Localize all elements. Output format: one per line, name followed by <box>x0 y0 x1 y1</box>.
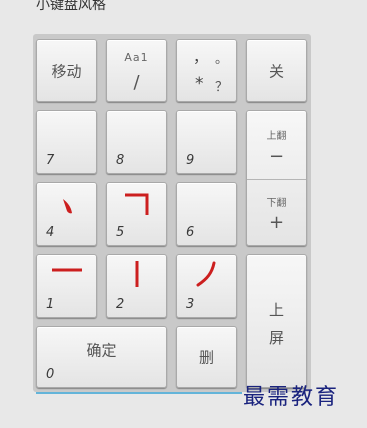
horizontal-stroke-icon <box>52 268 82 272</box>
key-3-digit: 3 <box>186 297 195 312</box>
key-2-digit: 2 <box>116 297 125 312</box>
watermark-text: 最需教育 <box>243 385 340 410</box>
punct-comma: ， <box>193 48 209 66</box>
falling-stroke-icon <box>196 261 216 287</box>
close-key-label: 关 <box>268 62 284 80</box>
move-key[interactable]: 移动 <box>36 39 97 102</box>
commit-key-line1: 上 <box>268 301 284 319</box>
key-2-stroke-vertical[interactable]: 2 <box>106 254 167 318</box>
punctuation-key[interactable]: ， 。 * ？ <box>176 39 237 102</box>
key-3-stroke-falling[interactable]: 3 <box>176 254 237 318</box>
key-6-digit: 6 <box>186 225 195 240</box>
commit-to-screen-key[interactable]: 上 屏 <box>246 254 307 388</box>
delete-key[interactable]: 删 <box>176 326 237 388</box>
minus-icon: − <box>268 146 285 167</box>
key-8[interactable]: 8 <box>106 110 167 174</box>
accent-underline <box>36 392 242 394</box>
page-down-label: 下翻 <box>266 198 287 209</box>
punct-period: 。 <box>215 52 229 67</box>
dot-stroke-icon <box>63 199 72 214</box>
mode-switch-top-label: Aa1 <box>124 51 149 64</box>
confirm-key-label: 确定 <box>86 341 117 360</box>
mode-switch-slash: / <box>133 72 140 93</box>
commit-key-line2: 屏 <box>268 329 284 347</box>
key-7[interactable]: 7 <box>36 110 97 174</box>
key-4-stroke-dot[interactable]: 4 <box>36 182 97 246</box>
key-5-digit: 5 <box>116 225 125 240</box>
turn-stroke-icon <box>125 193 149 215</box>
delete-key-label: 删 <box>198 348 214 367</box>
confirm-key[interactable]: 确定 0 <box>36 326 167 388</box>
key-4-digit: 4 <box>46 225 55 240</box>
key-6[interactable]: 6 <box>176 182 237 246</box>
page-up-label: 上翻 <box>266 131 287 142</box>
close-key[interactable]: 关 <box>246 39 307 102</box>
key-8-digit: 8 <box>116 153 125 168</box>
punct-asterisk: * <box>195 74 204 94</box>
key-1-digit: 1 <box>46 297 55 312</box>
mode-switch-key[interactable]: Aa1 / <box>106 39 167 102</box>
punct-question: ？ <box>215 80 229 95</box>
page-flip-key-group: 上翻 − 下翻 + <box>246 110 307 246</box>
move-key-label: 移动 <box>51 62 82 80</box>
key-9-digit: 9 <box>186 153 195 168</box>
key-5-stroke-turn[interactable]: 5 <box>106 182 167 246</box>
key-9[interactable]: 9 <box>176 110 237 174</box>
key-0-digit: 0 <box>46 367 55 382</box>
plus-icon: + <box>268 212 285 233</box>
keyboard-style-caption: 小键盘风格 <box>36 0 106 13</box>
key-1-stroke-horizontal[interactable]: 1 <box>36 254 97 318</box>
vertical-stroke-icon <box>135 261 139 287</box>
numeric-keypad: 移动 Aa1 / ， 。 * ？ 关 7 8 9 上翻 − 下翻 + 4 5 6… <box>33 34 311 392</box>
page-down-key[interactable]: 下翻 + <box>247 180 306 247</box>
page-up-key[interactable]: 上翻 − <box>247 111 306 179</box>
key-7-digit: 7 <box>46 153 55 168</box>
